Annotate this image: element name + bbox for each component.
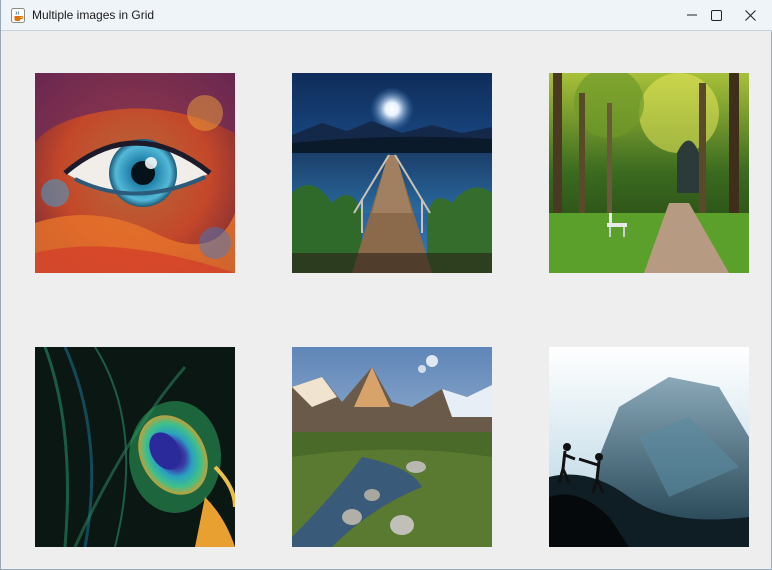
- close-icon: [744, 9, 756, 21]
- image-colorful-eye: [35, 73, 235, 273]
- window-title: Multiple images in Grid: [32, 8, 155, 22]
- java-cup-icon: [10, 7, 26, 23]
- image-climbers-mountain: [549, 347, 749, 547]
- image-forest-path: [549, 73, 749, 273]
- image-lake-pier: [292, 73, 492, 273]
- title-bar[interactable]: Multiple images in Grid: [1, 0, 772, 31]
- image-grid: [1, 31, 772, 570]
- maximize-icon: [710, 9, 722, 21]
- close-button[interactable]: [727, 0, 772, 30]
- image-peacock-feather: [35, 347, 235, 547]
- image-mountain-stream: [292, 347, 492, 547]
- app-window: Multiple images in Grid: [0, 0, 772, 570]
